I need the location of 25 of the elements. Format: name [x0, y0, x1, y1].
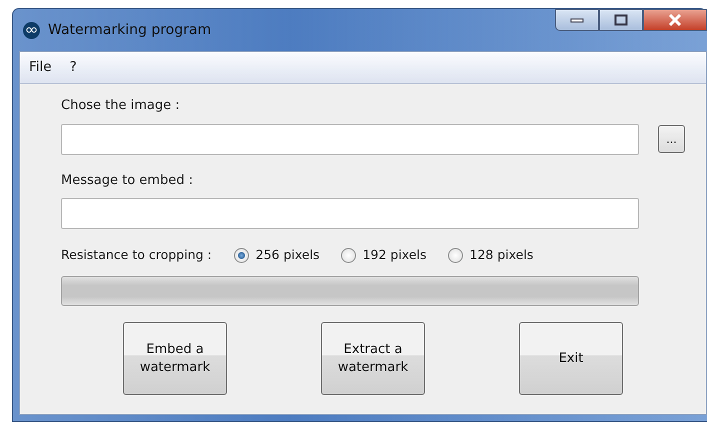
app-logo-icon	[23, 22, 40, 38]
menu-item[interactable]: File	[29, 57, 52, 78]
radio-label[interactable]: 128 pixels	[470, 246, 534, 264]
menu-item[interactable]: ?	[70, 57, 77, 78]
minimize-button[interactable]	[555, 9, 599, 31]
radio-button[interactable]	[234, 248, 249, 262]
close-button[interactable]	[643, 9, 707, 31]
browse-button[interactable]: ...	[658, 125, 685, 153]
maximize-icon	[614, 14, 628, 26]
radio-label[interactable]: 256 pixels	[256, 246, 320, 264]
field-label: Chose the image :	[61, 97, 181, 115]
image-path-field[interactable]	[61, 124, 639, 154]
message-field[interactable]	[61, 198, 639, 229]
action-button[interactable]: Extract a watermark	[321, 322, 425, 395]
field-label: Message to embed :	[61, 172, 194, 190]
close-icon	[667, 14, 683, 26]
option-label: Resistance to cropping :	[61, 246, 212, 264]
window-title: Watermarking program	[48, 20, 212, 40]
action-button[interactable]: Exit	[519, 322, 623, 395]
minimize-icon	[570, 17, 584, 23]
radio-label[interactable]: 192 pixels	[362, 246, 426, 264]
maximize-button[interactable]	[599, 9, 643, 31]
action-button[interactable]: Embed a watermark	[123, 322, 227, 395]
radio-button[interactable]	[448, 248, 462, 262]
radio-button[interactable]	[340, 248, 356, 262]
